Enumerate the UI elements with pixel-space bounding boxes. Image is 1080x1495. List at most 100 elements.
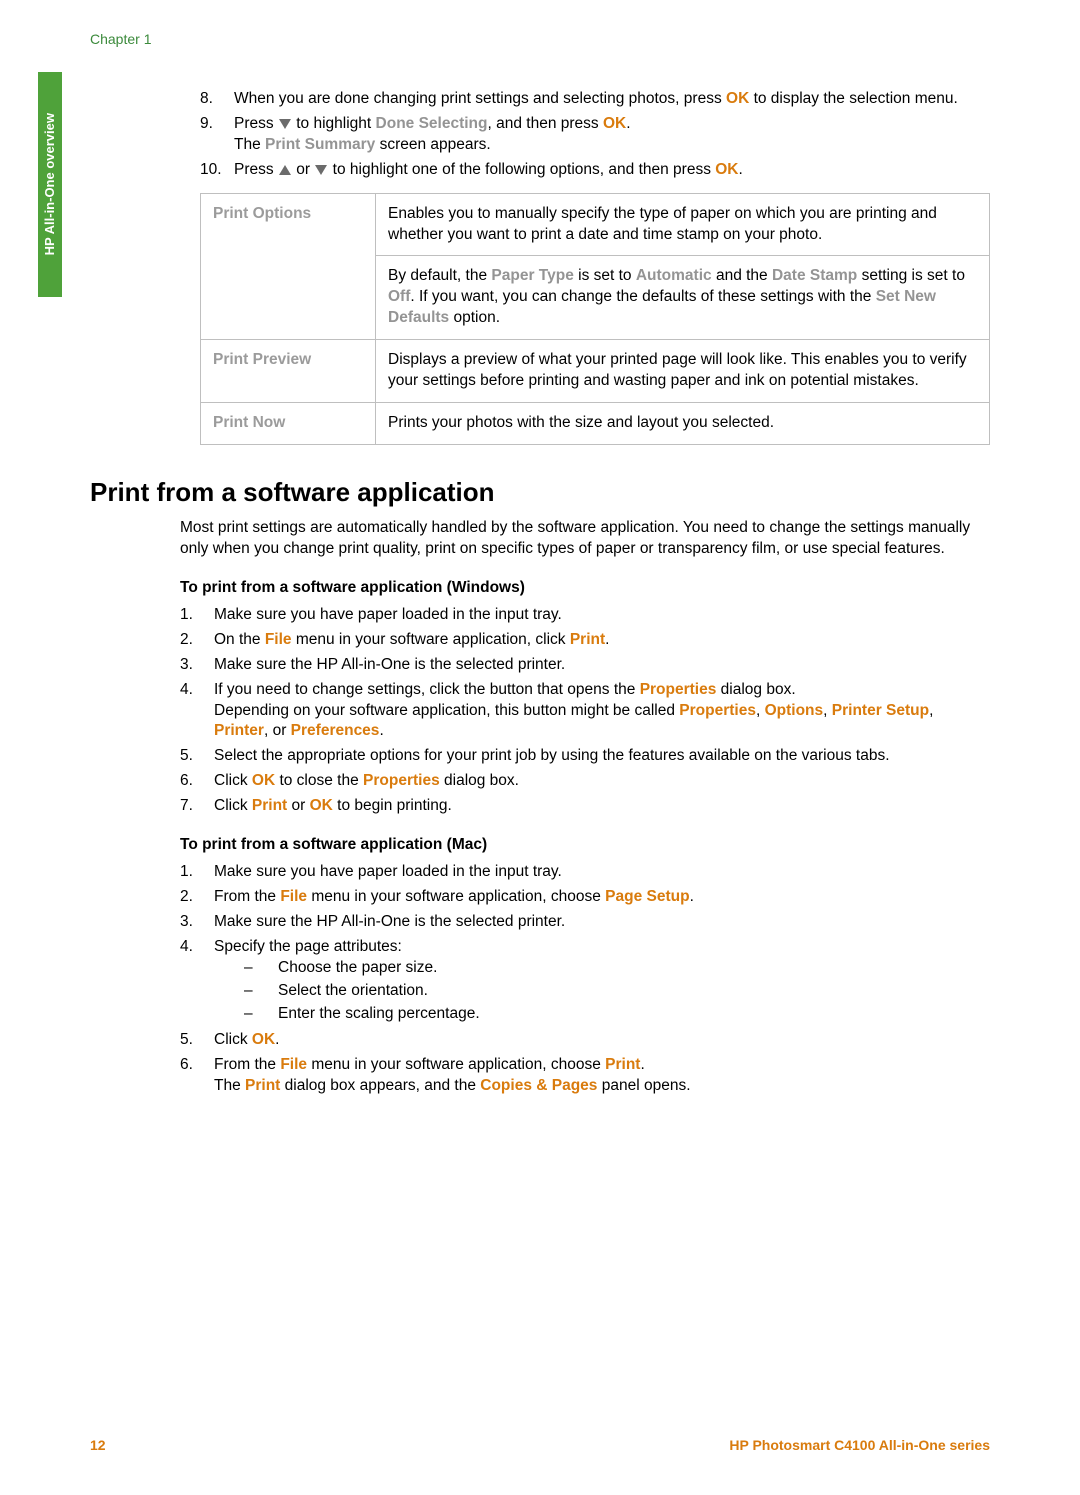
win-step-4: 4. If you need to change settings, click…: [180, 680, 990, 743]
dash-icon: –: [244, 981, 278, 1002]
print-label: Print: [570, 631, 605, 648]
copies-pages-label: Copies & Pages: [480, 1077, 597, 1094]
footer: 12 HP Photosmart C4100 All-in-One series: [90, 1436, 990, 1455]
text: Make sure the HP All-in-One is the selec…: [214, 912, 990, 933]
print-label: Print: [605, 1056, 640, 1073]
text: If you need to change settings, click th…: [214, 681, 640, 698]
text: panel opens.: [597, 1077, 690, 1094]
text: dialog box.: [716, 681, 795, 698]
text: , or: [264, 722, 291, 739]
step-number: 5.: [180, 746, 214, 767]
ok-label: OK: [252, 1031, 275, 1048]
mac-step-6: 6. From the File menu in your software a…: [180, 1055, 990, 1097]
text: or: [287, 797, 309, 814]
step-number: 1.: [180, 605, 214, 626]
file-menu-label: File: [265, 631, 292, 648]
options-table: Print Options Enables you to manually sp…: [200, 193, 990, 445]
text: Press: [234, 161, 278, 178]
text: .: [690, 888, 694, 905]
dash-icon: –: [244, 1004, 278, 1025]
text: Click: [214, 797, 252, 814]
text: menu in your software application, click: [292, 631, 570, 648]
sub-list: –Choose the paper size. –Select the orie…: [244, 958, 990, 1025]
text: Specify the page attributes:: [214, 938, 402, 955]
step-number: 3.: [180, 912, 214, 933]
text: option.: [449, 309, 500, 326]
text: is set to: [574, 267, 636, 284]
properties-label: Properties: [679, 702, 756, 719]
page-setup-label: Page Setup: [605, 888, 689, 905]
mac-step-3: 3.Make sure the HP All-in-One is the sel…: [180, 912, 990, 933]
text: setting is set to: [857, 267, 965, 284]
step-number: 2.: [180, 630, 214, 651]
ok-label: OK: [603, 115, 626, 132]
text: The: [214, 1077, 245, 1094]
text: .: [739, 161, 743, 178]
down-arrow-icon: [314, 164, 328, 176]
text: Make sure you have paper loaded in the i…: [214, 862, 990, 883]
mac-step-4: 4. Specify the page attributes: –Choose …: [180, 937, 990, 1027]
text: ,: [929, 702, 933, 719]
up-arrow-icon: [278, 164, 292, 176]
step-10: 10. Press or to highlight one of the fol…: [200, 160, 990, 181]
properties-label: Properties: [640, 681, 717, 698]
windows-subheading: To print from a software application (Wi…: [180, 578, 990, 599]
done-selecting-label: Done Selecting: [376, 115, 488, 132]
dash-icon: –: [244, 958, 278, 979]
step-number: 7.: [180, 796, 214, 817]
text: to display the selection menu.: [749, 90, 958, 107]
text: dialog box.: [440, 772, 519, 789]
print-preview-desc: Displays a preview of what your printed …: [376, 340, 990, 403]
win-step-6: 6.Click OK to close the Properties dialo…: [180, 771, 990, 792]
off-label: Off: [388, 288, 410, 305]
print-now-label: Print Now: [201, 403, 376, 445]
date-stamp-label: Date Stamp: [772, 267, 857, 284]
printer-label: Printer: [214, 722, 264, 739]
text: and the: [712, 267, 772, 284]
text: dialog box appears, and the: [280, 1077, 480, 1094]
mac-step-1: 1.Make sure you have paper loaded in the…: [180, 862, 990, 883]
automatic-label: Automatic: [636, 267, 712, 284]
side-tab: HP All-in-One overview: [38, 72, 62, 297]
print-options-desc-2: By default, the Paper Type is set to Aut…: [376, 256, 990, 340]
down-arrow-icon: [278, 118, 292, 130]
text: The: [234, 136, 265, 153]
windows-section: To print from a software application (Wi…: [180, 578, 990, 817]
print-label: Print: [245, 1077, 280, 1094]
print-options-label: Print Options: [201, 193, 376, 340]
text: , and then press: [488, 115, 603, 132]
preferences-label: Preferences: [291, 722, 380, 739]
step-number: 6.: [180, 1055, 214, 1097]
text: .: [275, 1031, 279, 1048]
file-menu-label: File: [280, 1056, 307, 1073]
step-number: 1.: [180, 862, 214, 883]
print-summary-label: Print Summary: [265, 136, 375, 153]
table-row: Print Preview Displays a preview of what…: [201, 340, 990, 403]
step-number: 5.: [180, 1030, 214, 1051]
text: to highlight: [292, 115, 376, 132]
win-step-5: 5.Select the appropriate options for you…: [180, 746, 990, 767]
text: Choose the paper size.: [278, 958, 437, 979]
text: ,: [823, 702, 832, 719]
win-step-1: 1.Make sure you have paper loaded in the…: [180, 605, 990, 626]
table-row: Print Options Enables you to manually sp…: [201, 193, 990, 256]
win-step-2: 2.On the File menu in your software appl…: [180, 630, 990, 651]
text: .: [379, 722, 383, 739]
text: .: [640, 1056, 644, 1073]
text: From the: [214, 888, 280, 905]
top-steps: 8. When you are done changing print sett…: [200, 89, 990, 445]
ok-label: OK: [310, 797, 333, 814]
series-label: HP Photosmart C4100 All-in-One series: [729, 1436, 990, 1455]
text: From the: [214, 1056, 280, 1073]
text: ,: [756, 702, 765, 719]
text: Select the appropriate options for your …: [214, 746, 990, 767]
text: .: [626, 115, 630, 132]
step-number: 4.: [180, 937, 214, 1027]
print-options-desc-1: Enables you to manually specify the type…: [376, 193, 990, 256]
text: Make sure the HP All-in-One is the selec…: [214, 655, 990, 676]
step-9: 9. Press to highlight Done Selecting, an…: [200, 114, 990, 156]
ok-label: OK: [252, 772, 275, 789]
mac-subheading: To print from a software application (Ma…: [180, 835, 990, 856]
print-label: Print: [252, 797, 287, 814]
step-number: 8.: [200, 89, 234, 110]
